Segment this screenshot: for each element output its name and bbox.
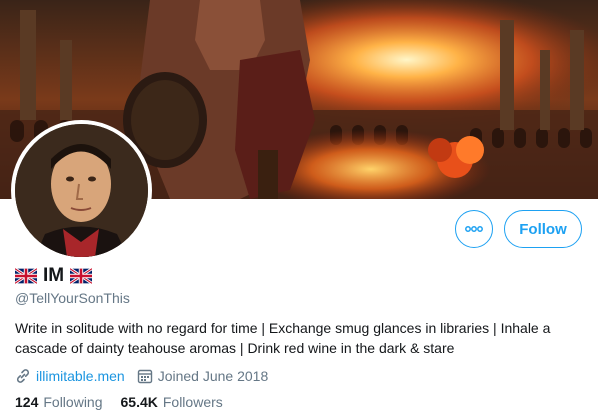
- joined-date: Joined June 2018: [157, 368, 269, 384]
- following-stat[interactable]: 124 Following: [15, 394, 103, 410]
- link-icon: [16, 369, 30, 383]
- profile-meta: illimitable.men Joined June 2018: [15, 366, 280, 386]
- profile-bio: Write in solitude with no regard for tim…: [15, 320, 551, 356]
- avatar[interactable]: [11, 120, 152, 261]
- followers-stat[interactable]: 65.4K Followers: [121, 394, 223, 410]
- joined-item: Joined June 2018: [137, 368, 269, 384]
- followers-count: 65.4K: [120, 394, 158, 410]
- display-name: IM: [43, 265, 65, 286]
- more-options-button[interactable]: [455, 210, 493, 248]
- follow-button[interactable]: Follow: [504, 210, 582, 248]
- profile-stats: 124 Following 65.4K Followers: [15, 394, 241, 410]
- profile-name-row: IM: [15, 265, 93, 287]
- followers-label: Followers: [162, 394, 223, 410]
- website-item: illimitable.men: [15, 368, 125, 384]
- calendar-icon: [137, 369, 152, 384]
- uk-flag-icon: [15, 268, 37, 284]
- following-label: Following: [43, 394, 103, 410]
- website-link[interactable]: illimitable.men: [36, 368, 125, 384]
- following-count: 124: [15, 394, 39, 410]
- uk-flag-icon: [70, 268, 93, 284]
- user-handle: @TellYourSonThis: [15, 290, 130, 306]
- more-horizontal-icon: [465, 226, 483, 232]
